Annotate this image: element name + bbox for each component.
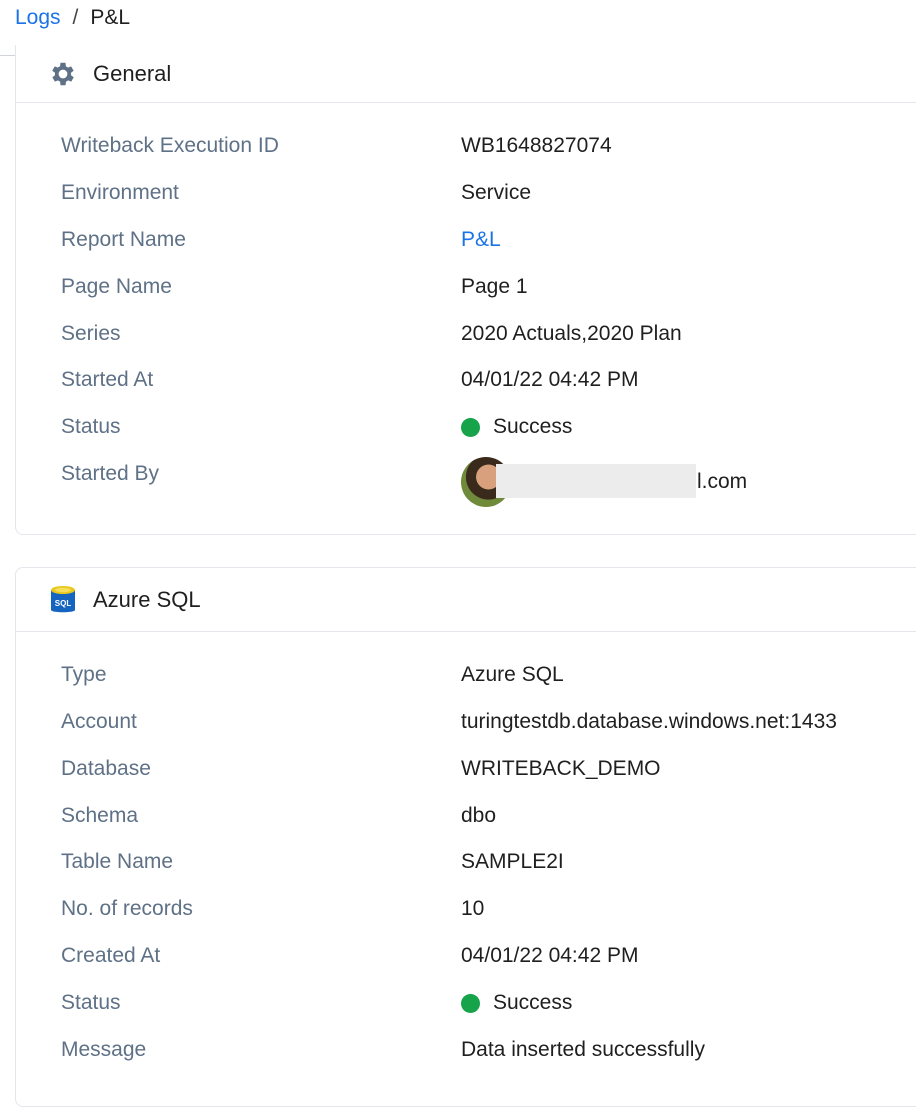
row-value: 04/01/22 04:42 PM bbox=[461, 944, 639, 967]
general-row-series: Series 2020 Actuals,2020 Plan bbox=[16, 319, 916, 349]
gear-icon bbox=[48, 59, 78, 89]
general-row-started-by: Started By l.com bbox=[16, 457, 916, 507]
row-label: Type bbox=[61, 663, 107, 686]
general-row-page-name: Page Name Page 1 bbox=[16, 272, 916, 302]
row-value: dbo bbox=[461, 804, 497, 827]
row-label: Database bbox=[61, 757, 151, 780]
sql-row-account: Account turingtestdb.database.windows.ne… bbox=[16, 707, 916, 737]
general-card-header: General bbox=[16, 45, 916, 103]
azure-sql-card-title: Azure SQL bbox=[93, 586, 201, 612]
general-row-environment: Environment Service bbox=[16, 178, 916, 208]
row-value: WRITEBACK_DEMO bbox=[461, 757, 661, 780]
row-label: No. of records bbox=[61, 897, 193, 920]
general-row-started-at: Started At 04/01/22 04:42 PM bbox=[16, 365, 916, 395]
row-value: 04/01/22 04:42 PM bbox=[461, 368, 639, 391]
breadcrumb-current: P&L bbox=[90, 6, 131, 29]
row-label: Environment bbox=[61, 181, 179, 204]
redacted-email-block bbox=[496, 464, 696, 498]
breadcrumb: Logs / P&L bbox=[15, 0, 130, 36]
row-label: Report Name bbox=[61, 228, 186, 251]
row-label: Page Name bbox=[61, 275, 172, 298]
general-card: General Writeback Execution ID WB1648827… bbox=[15, 45, 916, 535]
status-text: Success bbox=[493, 991, 573, 1014]
azure-sql-icon-label: SQL bbox=[55, 599, 72, 608]
row-label: Status bbox=[61, 415, 121, 438]
row-label: Status bbox=[61, 991, 121, 1014]
report-name-link[interactable]: P&L bbox=[461, 228, 501, 252]
status-value: Success bbox=[461, 415, 572, 439]
row-value: SAMPLE2I bbox=[461, 850, 564, 873]
user-identity: l.com bbox=[461, 457, 747, 507]
sql-row-database: Database WRITEBACK_DEMO bbox=[16, 754, 916, 784]
row-label: Started By bbox=[61, 462, 160, 485]
sql-row-message: Message Data inserted successfully bbox=[16, 1035, 916, 1065]
started-by-value: l.com bbox=[461, 457, 747, 507]
status-text: Success bbox=[493, 415, 573, 438]
row-value: Page 1 bbox=[461, 275, 528, 298]
row-label: Account bbox=[61, 710, 137, 733]
azure-sql-card: SQL Azure SQL Type Azure SQL Account tur… bbox=[15, 567, 916, 1107]
sql-row-type: Type Azure SQL bbox=[16, 660, 916, 690]
row-label: Schema bbox=[61, 804, 139, 827]
general-card-title: General bbox=[93, 60, 172, 86]
success-status-dot-icon bbox=[461, 993, 480, 1013]
breadcrumb-separator: / bbox=[72, 6, 79, 29]
success-status-dot-icon bbox=[461, 417, 480, 437]
row-label: Created At bbox=[61, 944, 161, 967]
row-value: WB1648827074 bbox=[461, 134, 612, 157]
row-value: 10 bbox=[461, 897, 485, 920]
sql-row-records: No. of records 10 bbox=[16, 894, 916, 924]
sql-row-schema: Schema dbo bbox=[16, 801, 916, 831]
row-label: Table Name bbox=[61, 850, 174, 873]
general-row-report-name: Report Name P&L bbox=[16, 225, 916, 255]
breadcrumb-logs-link[interactable]: Logs bbox=[15, 6, 61, 30]
row-value: 2020 Actuals,2020 Plan bbox=[461, 322, 682, 345]
row-label: Started At bbox=[61, 368, 154, 391]
sql-row-created-at: Created At 04/01/22 04:42 PM bbox=[16, 941, 916, 971]
user-email: l.com bbox=[697, 470, 748, 493]
row-value: Service bbox=[461, 181, 532, 204]
status-value: Success bbox=[461, 991, 572, 1015]
general-row-execution-id: Writeback Execution ID WB1648827074 bbox=[16, 131, 916, 161]
general-row-status: Status Success bbox=[16, 412, 916, 442]
row-value: turingtestdb.database.windows.net:1433 bbox=[461, 710, 837, 733]
row-value: Data inserted successfully bbox=[461, 1038, 705, 1061]
sql-row-status: Status Success bbox=[16, 988, 916, 1018]
row-label: Series bbox=[61, 322, 121, 345]
sql-row-table-name: Table Name SAMPLE2I bbox=[16, 847, 916, 877]
azure-sql-database-icon: SQL bbox=[48, 585, 78, 615]
row-label: Message bbox=[61, 1038, 147, 1061]
azure-sql-card-header: SQL Azure SQL bbox=[16, 568, 916, 632]
row-label: Writeback Execution ID bbox=[61, 134, 279, 157]
row-value: Azure SQL bbox=[461, 663, 564, 686]
